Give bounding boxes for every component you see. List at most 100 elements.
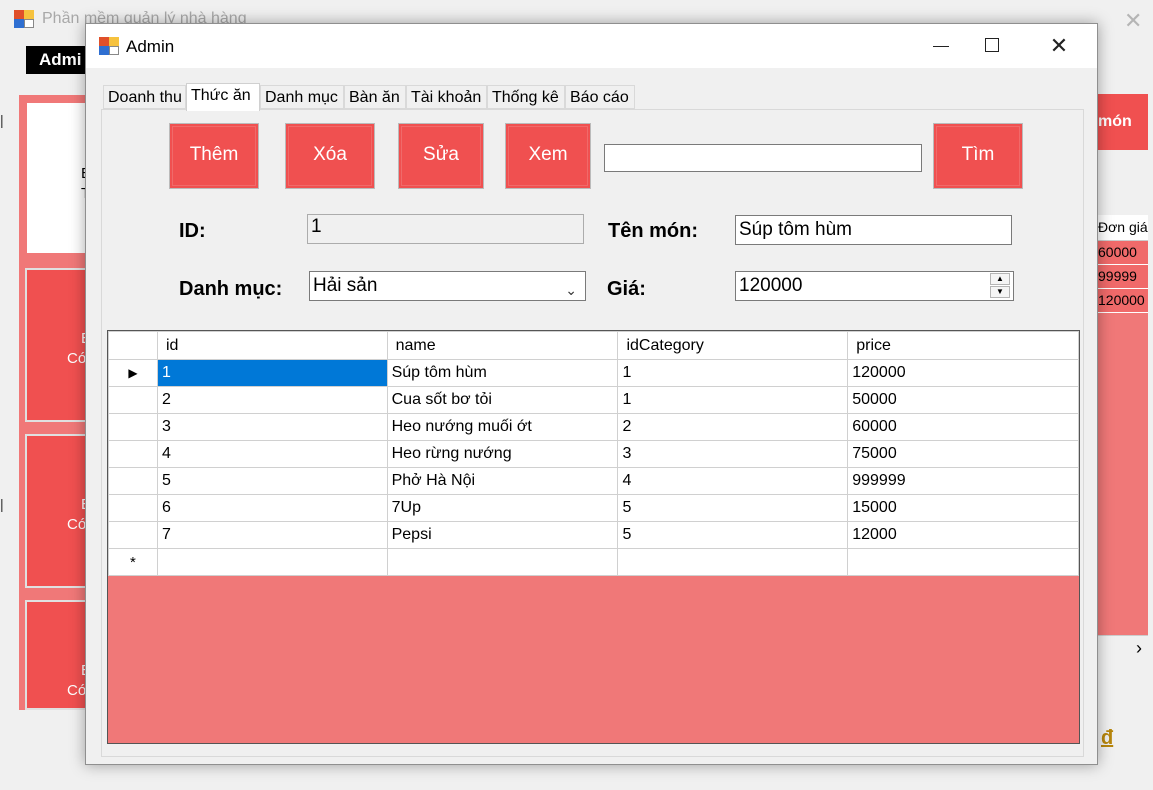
chevron-down-icon[interactable]: ⌄ [565,276,577,304]
bill-grid-cell: 60000 [1098,241,1148,265]
search-button[interactable]: Tìm [933,123,1023,189]
column-header-name[interactable]: name [386,331,619,360]
cell-name[interactable]: Phở Hà Nội [386,467,619,495]
cell-name[interactable]: Heo nướng muối ớt [386,413,619,441]
dish-name-label: Tên món: [608,220,698,242]
cell-idcategory[interactable]: 1 [617,386,849,414]
cell-price[interactable]: 60000 [847,413,1079,441]
new-cell-id[interactable] [156,548,388,576]
maximize-button[interactable] [970,24,1016,68]
new-cell-price[interactable] [847,548,1079,576]
cell-id[interactable]: 6 [156,494,388,522]
cell-id[interactable]: 7 [156,521,388,549]
background-add-dish-button[interactable]: món [1098,94,1148,150]
tile-status: Có [67,682,87,699]
cell-idcategory[interactable]: 4 [617,467,849,495]
search-input[interactable] [604,144,922,172]
minimize-icon [933,46,949,47]
background-table-tile[interactable]: B Có [25,434,91,588]
minimize-button[interactable] [918,24,964,68]
table-header-row: id name idCategory price [108,331,1079,360]
row-header[interactable] [108,467,158,495]
cell-id[interactable]: 4 [156,440,388,468]
cell-name[interactable]: 7Up [386,494,619,522]
cell-idcategory[interactable]: 3 [617,440,849,468]
tab-danh-muc[interactable]: Danh mục [260,85,344,109]
cell-price[interactable]: 12000 [847,521,1079,549]
cell-price[interactable]: 75000 [847,440,1079,468]
edit-button[interactable]: Sửa [398,123,484,189]
table-row[interactable]: 7 Pepsi 5 12000 [108,521,1079,549]
tab-thuc-an[interactable]: Thức ăn [186,83,260,111]
view-button[interactable]: Xem [505,123,591,189]
background-admin-menu[interactable]: Admi [26,46,92,74]
table-row[interactable]: 4 Heo rừng nướng 3 75000 [108,440,1079,468]
scroll-right-icon[interactable]: › [1098,635,1148,660]
id-field: 1 [307,214,584,244]
cell-price[interactable]: 15000 [847,494,1079,522]
background-table-tile[interactable]: B Có [25,600,91,710]
cell-price[interactable]: 50000 [847,386,1079,414]
dish-name-field[interactable]: Súp tôm hùm [735,215,1012,245]
cell-id[interactable]: 2 [156,386,388,414]
column-header-idcategory[interactable]: idCategory [617,331,849,360]
cell-idcategory[interactable]: 2 [617,413,849,441]
cell-id[interactable]: 3 [156,413,388,441]
background-table-tile[interactable]: B T [25,101,91,255]
row-header[interactable] [108,494,158,522]
cell-id[interactable]: 1 [156,359,388,387]
price-value: 120000 [739,275,803,296]
table-row[interactable]: 5 Phở Hà Nội 4 999999 [108,467,1079,495]
current-row-icon[interactable]: ▶ [108,359,158,387]
spin-down-icon[interactable]: ▼ [990,286,1010,298]
table-row[interactable]: ▶ 1 Súp tôm hùm 1 120000 [108,359,1079,387]
food-data-grid[interactable]: id name idCategory price ▶ 1 Súp tôm hùm… [107,330,1080,744]
cell-idcategory[interactable]: 5 [617,521,849,549]
tab-ban-an[interactable]: Bàn ăn [344,85,406,109]
cell-name[interactable]: Heo rừng nướng [386,440,619,468]
tab-bao-cao[interactable]: Báo cáo [565,85,635,109]
new-row[interactable]: * [108,548,1079,576]
dialog-titlebar[interactable]: Admin ✕ [86,24,1097,68]
row-header[interactable] [108,386,158,414]
background-bill-grid[interactable]: Đơn giá 60000 99999 120000 › [1098,215,1148,660]
cell-idcategory[interactable]: 1 [617,359,849,387]
cell-name[interactable]: Súp tôm hùm [386,359,619,387]
cell-price[interactable]: 999999 [847,467,1079,495]
category-select[interactable]: Hải sản ⌄ [309,271,586,301]
spin-up-icon[interactable]: ▲ [990,273,1010,285]
row-header[interactable] [108,440,158,468]
id-label: ID: [179,220,206,242]
new-cell-name[interactable] [386,548,619,576]
cell-idcategory[interactable]: 5 [617,494,849,522]
bill-grid-cell: 99999 [1098,265,1148,289]
background-table-tile[interactable]: B Có [25,268,91,422]
close-button[interactable]: ✕ [1036,24,1082,68]
spin-buttons: ▲ ▼ [990,273,1012,299]
table-row[interactable]: 6 7Up 5 15000 [108,494,1079,522]
cell-id[interactable]: 5 [156,467,388,495]
delete-button[interactable]: Xóa [285,123,375,189]
row-header[interactable] [108,413,158,441]
cell-name[interactable]: Cua sốt bơ tỏi [386,386,619,414]
price-stepper[interactable]: 120000 ▲ ▼ [735,271,1014,301]
background-total-currency: đ [1101,727,1114,749]
row-header[interactable] [108,521,158,549]
column-header-price[interactable]: price [847,331,1079,360]
tab-doanh-thu[interactable]: Doanh thu [103,85,186,109]
table-row[interactable]: 2 Cua sốt bơ tỏi 1 50000 [108,386,1079,414]
new-row-icon[interactable]: * [108,548,158,576]
bill-grid-cell: 120000 [1098,289,1148,313]
tab-thong-ke[interactable]: Thống kê [487,85,565,109]
cell-name[interactable]: Pepsi [386,521,619,549]
close-icon: ✕ [1049,33,1069,58]
bill-grid-header: Đơn giá [1098,215,1148,241]
add-button[interactable]: Thêm [169,123,259,189]
new-cell-idcategory[interactable] [617,548,849,576]
dialog-app-icon [99,37,119,55]
table-row[interactable]: 3 Heo nướng muối ớt 2 60000 [108,413,1079,441]
cell-price[interactable]: 120000 [847,359,1079,387]
background-close-icon[interactable]: ✕ [1124,8,1142,34]
tab-tai-khoan[interactable]: Tài khoản [406,85,487,109]
column-header-id[interactable]: id [156,331,388,360]
